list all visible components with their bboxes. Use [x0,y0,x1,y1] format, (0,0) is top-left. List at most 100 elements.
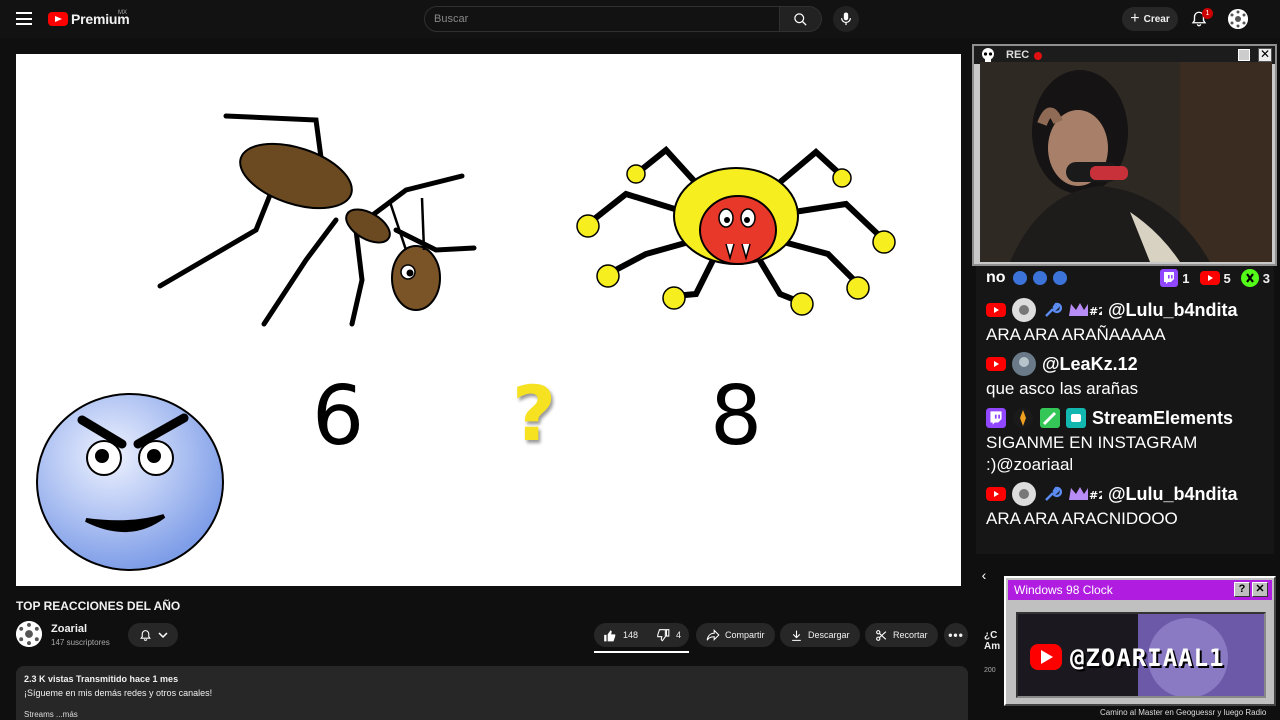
share-label: Compartir [725,630,765,640]
related-video-title-peek[interactable]: ¿C Am [984,630,1000,652]
subscription-bell-button[interactable] [128,623,178,647]
clock-handle-text: @ZOARIAAL1 [1070,644,1225,672]
youtube-premium-logo[interactable]: Premium MX [48,10,130,27]
dislike-count: 4 [676,630,682,640]
crown-badge-icon: #2 [1069,303,1102,318]
more-actions-button[interactable]: ••• [944,623,968,647]
rec-webcam-window: REC ✕ [972,44,1277,266]
peek-line-1: ¿C [984,630,998,641]
view-stats: 2.3 K vistas Transmitido hace 1 mes [24,674,179,684]
close-button[interactable]: ✕ [1258,48,1272,62]
chat-author-name: @Lulu_b4ndita [1108,483,1238,504]
crown-badge-icon: #2 [1069,487,1102,502]
kick-icon [1240,269,1259,287]
svg-text:#2: #2 [1089,489,1102,502]
clip-label: Recortar [893,630,928,640]
clock-title-bar: Windows 98 Clock ? ✕ [1008,580,1272,600]
bot-sword-badge-icon [1040,408,1060,428]
close-button[interactable]: ✕ [1252,582,1268,597]
search-box [424,6,780,32]
help-button[interactable]: ? [1234,582,1250,597]
share-button[interactable]: Compartir [696,623,775,647]
windows98-clock-window: Windows 98 Clock ? ✕ @ZOARIAAL1 [1004,576,1276,706]
chat-author-name: @Lulu_b4ndita [1108,299,1238,320]
youtube-play-icon [48,12,68,26]
video-title: TOP REACCIONES DEL AÑO [16,599,181,613]
chevron-left-icon[interactable]: ‹ [976,567,992,583]
spider-illustration [576,145,896,316]
skull-icon [982,48,994,62]
like-count: 148 [623,630,639,640]
chat-message-author: @LeaKz.12 [976,350,1274,378]
stream-chat-overlay: no 1 5 3 #2 @Lulu_b4ndita ARA ARA [976,266,1274,554]
like-underline [594,651,689,653]
youtube-icon [986,487,1006,501]
voice-search-button[interactable] [833,6,859,32]
chat-message-text: ARA ARA ARAÑAAAAA [986,325,1166,344]
video-player[interactable]: 6 ? 8 [16,54,961,586]
question-mark: ? [512,369,557,458]
dislike-button[interactable]: 4 [647,623,690,647]
description-box[interactable]: 2.3 K vistas Transmitido hace 1 mes ¡Síg… [16,666,968,720]
chat-message-text: ARA ARA ARACNIDOOO [986,509,1178,528]
bell-icon [139,629,151,641]
wrench-moderator-icon [1045,486,1062,501]
logo-country: MX [118,10,127,16]
chat-message-author: #2 @Lulu_b4ndita [976,480,1274,508]
clock-display: @ZOARIAAL1 [1016,612,1266,698]
ant-illustration [157,113,477,327]
create-label: Crear [1143,13,1170,25]
rec-label: REC [1006,49,1030,61]
microphone-icon [841,12,851,26]
chat-message-text: SIGANME EN INSTAGRAM :)@zoariaal [986,433,1198,474]
streamelements-logo-icon [1013,408,1033,428]
related-video-meta-peek: 200 [984,667,996,674]
account-avatar[interactable] [1228,9,1248,29]
download-icon [792,630,801,641]
scissors-icon [876,629,887,641]
youtube-icon [986,357,1006,371]
share-icon [706,629,720,641]
minimize-button[interactable] [1238,49,1250,61]
twitch-count: 1 [1182,270,1190,286]
clip-button[interactable]: Recortar [865,623,938,647]
youtube-viewer-count: 5 [1199,270,1231,286]
menu-icon[interactable] [16,12,32,25]
channel-avatar[interactable] [16,621,42,647]
chat-message-text: que asco las arañas [986,379,1139,398]
chat-message-author: #2 @Lulu_b4ndita [976,296,1274,324]
youtube-icon [1199,271,1220,285]
like-button[interactable]: 148 [594,623,647,647]
kick-viewer-count: 3 [1240,269,1270,287]
thumbs-down-icon [657,628,670,642]
channel-name[interactable]: Zoarial [51,623,87,635]
chat-messages: #2 @Lulu_b4ndita ARA ARA ARAÑAAAAA @LeaK… [976,296,1274,534]
download-button[interactable]: Descargar [780,623,860,647]
user-avatar-icon [1012,298,1036,322]
channel-pattern-icon [16,621,42,647]
svg-text:#2: #2 [1089,305,1102,318]
related-video-bottom-peek[interactable]: Camino al Master en Geoguessr y luego Ra… [1100,708,1266,717]
user-avatar-icon [1012,482,1036,506]
create-button[interactable]: + Crear [1122,7,1178,31]
ant-leg-count: 6 [312,369,365,464]
chat-author-name: @LeaKz.12 [1042,353,1138,374]
wrench-moderator-icon [1045,302,1062,317]
clock-title: Windows 98 Clock [1014,583,1113,597]
blue-face-emoji [36,393,224,571]
spider-leg-count: 8 [710,369,763,464]
twitch-viewer-count: 1 [1160,269,1190,287]
viewer-counts: 1 5 3 [1160,269,1270,287]
search-input[interactable] [425,7,779,31]
chevron-down-icon [157,632,168,639]
description-links[interactable]: Streams ...más [24,710,960,719]
youtube-icon [986,303,1006,317]
twitch-icon [1160,269,1179,287]
youtube-count: 5 [1223,270,1231,286]
peek-line-2: Am [984,641,1001,652]
chat-message-author: StreamElements [976,404,1274,432]
chat-header: no 1 5 3 [976,266,1274,288]
like-dislike-group: 148 4 [594,623,689,647]
blue-heart-emotes [1013,271,1067,285]
search-button[interactable] [780,6,822,32]
